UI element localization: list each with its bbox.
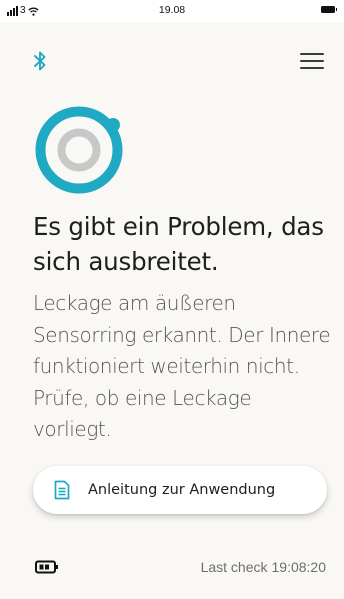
status-time: 19.08 bbox=[158, 4, 186, 16]
last-check: Last check 19:08:20 bbox=[201, 558, 326, 576]
alert-headline: Es gibt ein Problem, das sich ausbreitet… bbox=[33, 212, 324, 276]
usage-guide-label: Anleitung zur Anwendung bbox=[88, 482, 276, 498]
bluetooth-icon[interactable] bbox=[33, 50, 47, 72]
last-check-time: 19:08:20 bbox=[271, 559, 327, 575]
alert-message: Leckage am äußeren Sensorring erkannt. D… bbox=[33, 291, 331, 441]
sensor-ring-icon bbox=[35, 106, 123, 194]
app-screen: 3 19.08 Es gibt ein Problem, das sich au… bbox=[0, 0, 344, 599]
document-icon bbox=[54, 480, 70, 500]
device-battery-icon bbox=[35, 560, 58, 574]
menu-icon[interactable] bbox=[300, 52, 324, 70]
battery-icon bbox=[321, 6, 337, 13]
usage-guide-button[interactable]: Anleitung zur Anwendung bbox=[33, 466, 327, 514]
status-bar: 3 19.08 bbox=[0, 0, 344, 22]
last-check-label: Last check bbox=[200, 559, 268, 575]
